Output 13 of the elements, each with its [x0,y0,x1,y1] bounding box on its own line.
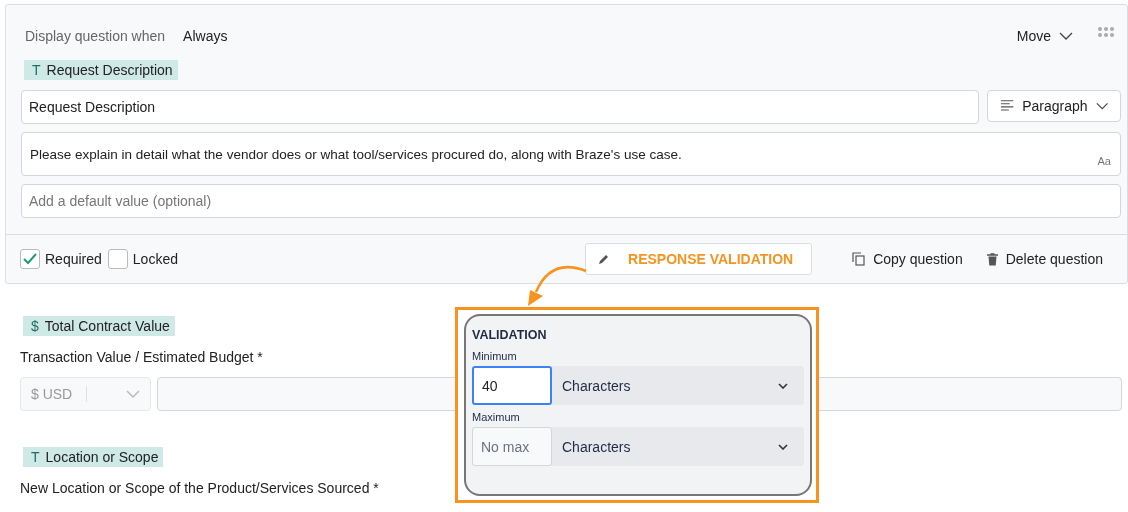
type-icon: T [31,449,40,465]
field-label: New Location or Scope of the Product/Services Sourced * [20,480,379,496]
tag-label: Total Contract Value [44,318,170,334]
description-text: Please explain in detail what the vendor does or what tool/services procured do, along with Braze's use case. [30,146,682,162]
validation-heading: VALIDATION [472,328,548,342]
type-icon: $ [31,318,39,334]
display-condition-label: Display question when [25,28,166,44]
tag-label: Request Description [46,62,173,78]
validation-label: Minimum [472,350,518,362]
tag-label: Location or Scope [45,449,159,465]
type-icon: T [32,62,41,78]
validation-label: Maximum [472,411,521,423]
field-label: Transaction Value / Estimated Budget * [20,349,263,365]
